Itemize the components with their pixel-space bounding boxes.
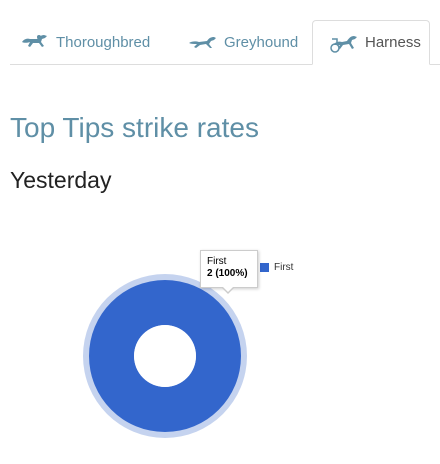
greyhound-icon — [188, 33, 218, 51]
page-title: Top Tips strike rates — [10, 112, 259, 143]
tab-thoroughbred[interactable]: Thoroughbred — [20, 20, 170, 64]
tooltip-label: First — [207, 256, 227, 267]
legend-label: First — [274, 262, 294, 273]
thoroughbred-horse-icon — [20, 33, 50, 51]
tab-harness-label: Harness — [365, 34, 421, 51]
tab-harness[interactable]: Harness — [312, 20, 430, 65]
race-type-tabs: Thoroughbred Greyhound Harness — [10, 20, 440, 65]
period-subtitle: Yesterday — [10, 167, 112, 193]
donut-hole — [134, 325, 196, 387]
tooltip-value: 2 (100%) — [207, 268, 248, 279]
tab-greyhound[interactable]: Greyhound — [188, 20, 314, 64]
legend-swatch — [260, 263, 269, 272]
harness-horse-icon — [329, 33, 359, 53]
tab-thoroughbred-label: Thoroughbred — [56, 33, 151, 51]
tab-greyhound-label: Greyhound — [224, 33, 299, 51]
chart-legend[interactable]: First — [260, 262, 293, 273]
tooltip-tail — [221, 286, 235, 294]
chart-tooltip: First 2 (100%) — [200, 250, 258, 294]
